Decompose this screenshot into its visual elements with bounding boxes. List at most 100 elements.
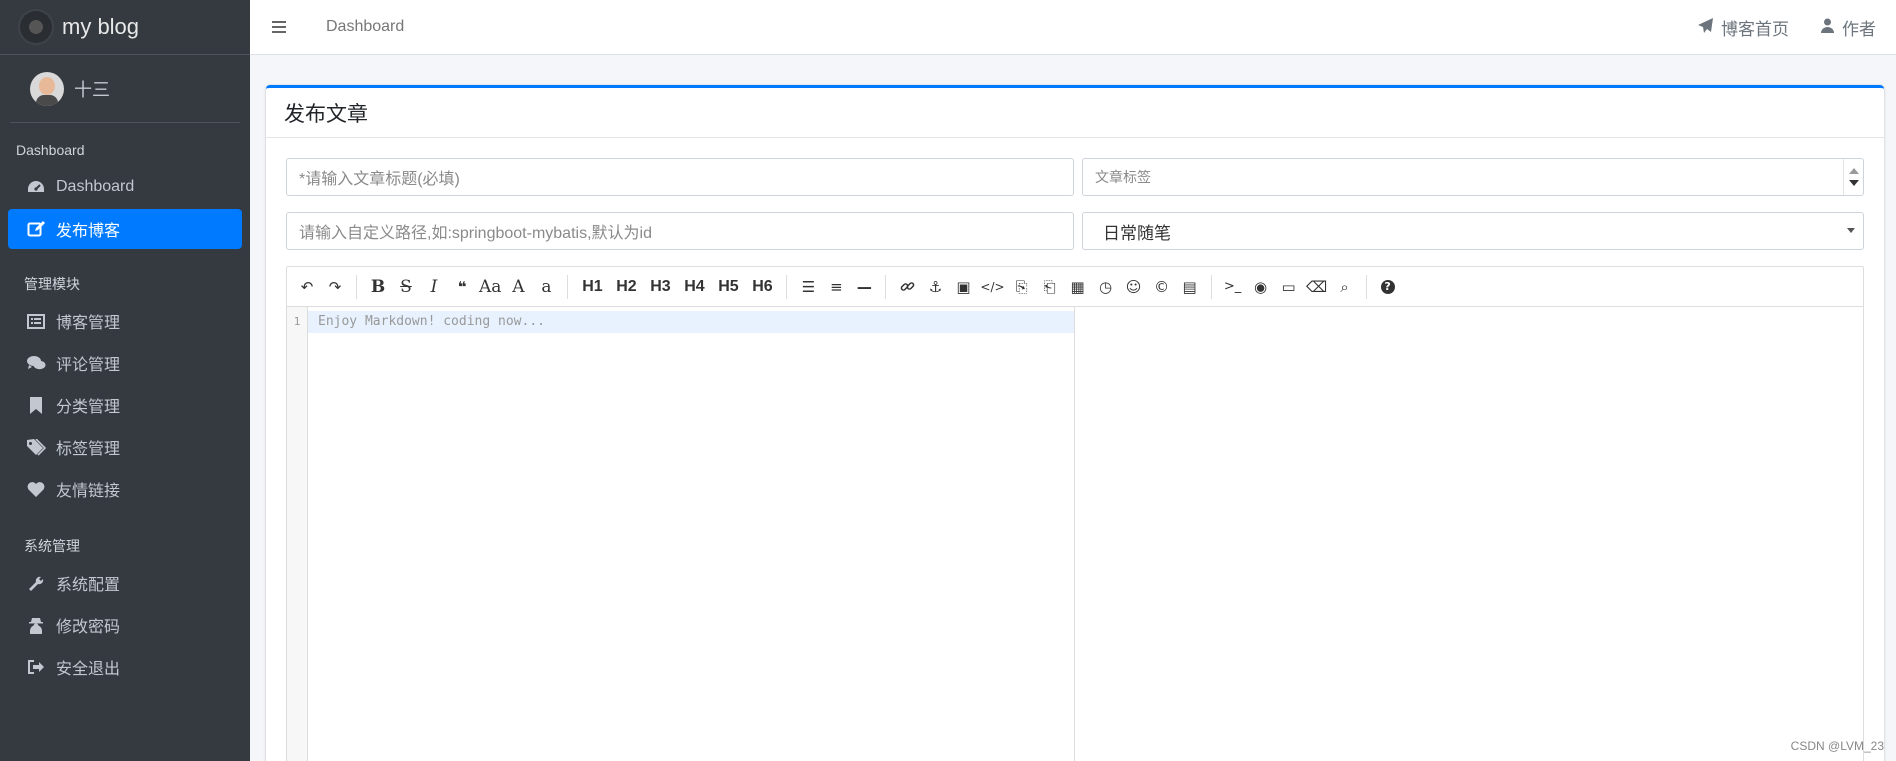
tags-spinner[interactable]: [1843, 159, 1863, 195]
line-number: 1: [293, 315, 301, 328]
sidebar-item-blog-manage[interactable]: 博客管理: [8, 301, 242, 341]
list-ul-icon[interactable]: ☰: [794, 272, 822, 302]
sidebar: my blog 十三 Dashboard Dashboard 发布博客 管理模块…: [0, 0, 250, 761]
h2-icon[interactable]: H2: [609, 272, 643, 302]
custom-path-placeholder: 请输入自定义路径,如:springboot-mybatis,默认为id: [299, 225, 652, 242]
h3-icon[interactable]: H3: [643, 272, 677, 302]
fullscreen-icon[interactable]: ▭: [1275, 272, 1303, 302]
form-row-path-category: 请输入自定义路径,如:springboot-mybatis,默认为id 日常随笔: [286, 212, 1864, 250]
markdown-preview-pane: [1075, 307, 1863, 761]
toolbar-divider: [1210, 274, 1212, 299]
clear-icon[interactable]: ⌫: [1303, 272, 1331, 302]
link-icon[interactable]: [893, 272, 921, 302]
anchor-icon[interactable]: ⚓: [921, 272, 949, 302]
sidebar-item-category-manage[interactable]: 分类管理: [8, 385, 242, 425]
h5-icon[interactable]: H5: [711, 272, 745, 302]
emoji-icon[interactable]: ☺: [1120, 272, 1148, 302]
watermark: CSDN @LVM_23: [1790, 739, 1884, 753]
sidebar-item-label: 安全退出: [56, 661, 121, 678]
breadcrumb[interactable]: Dashboard: [326, 18, 404, 36]
redo-icon[interactable]: ↷: [321, 272, 349, 302]
toolbar-divider: [786, 274, 788, 299]
editor-area: 1 Enjoy Markdown! coding now...: [287, 307, 1863, 761]
image-icon[interactable]: ▣: [949, 272, 977, 302]
blog-home-link[interactable]: 博客首页: [1698, 15, 1789, 40]
lowercase-icon[interactable]: a: [532, 272, 560, 302]
sidebar-item-comment-manage[interactable]: 评论管理: [8, 343, 242, 383]
article-tags-input[interactable]: 文章标签: [1082, 158, 1864, 196]
toolbar-divider: [1365, 274, 1367, 299]
wrench-icon: [26, 573, 46, 593]
user-secret-icon: [26, 615, 46, 635]
sign-out-icon: [26, 657, 46, 677]
card-body: *请输入文章标题(必填) 文章标签 请输入自定义路径,如:springboot-…: [266, 138, 1884, 761]
top-navbar: Dashboard 博客首页 作者: [250, 0, 1896, 55]
list-icon: [26, 311, 46, 331]
category-select[interactable]: 日常随笔: [1082, 212, 1864, 250]
uppercase-icon[interactable]: Aa: [476, 272, 504, 302]
sidebar-item-publish-blog[interactable]: 发布博客: [8, 209, 242, 249]
help-icon[interactable]: ?: [1374, 272, 1402, 302]
italic-icon[interactable]: I: [420, 272, 448, 302]
avatar: [30, 71, 64, 106]
user-icon: [1821, 18, 1834, 37]
html-entities-icon[interactable]: ©: [1148, 272, 1176, 302]
search-icon[interactable]: ⌕: [1331, 272, 1359, 302]
blog-home-label: 博客首页: [1721, 19, 1789, 39]
sidebar-item-tag-manage[interactable]: 标签管理: [8, 427, 242, 467]
article-title-input[interactable]: *请输入文章标题(必填): [286, 158, 1074, 196]
ucwords-icon[interactable]: A: [504, 272, 532, 302]
list-ol-icon[interactable]: ≡: [822, 272, 850, 302]
spin-down-icon[interactable]: [1848, 180, 1859, 186]
quote-icon[interactable]: ❝: [448, 272, 476, 302]
tags-icon: [26, 437, 46, 457]
article-title-placeholder: *请输入文章标题(必填): [299, 171, 460, 188]
edit-icon: [26, 219, 46, 239]
sidebar-item-label: 发布博客: [56, 223, 121, 240]
sidebar-item-label: 评论管理: [56, 357, 121, 374]
datetime-icon[interactable]: ◷: [1092, 272, 1120, 302]
sidebar-item-system-config[interactable]: 系统配置: [8, 563, 242, 603]
markdown-code-pane[interactable]: Enjoy Markdown! coding now...: [308, 307, 1075, 761]
menu-toggle-icon[interactable]: [272, 21, 286, 33]
pagebreak-icon[interactable]: ▤: [1176, 272, 1204, 302]
author-link[interactable]: 作者: [1821, 15, 1876, 40]
spin-up-icon[interactable]: [1848, 168, 1859, 174]
editor-toolbar: ↶ ↷ B S I ❝ Aa A a H1 H2 H3 H4 H5 H6 ☰ ≡: [287, 267, 1863, 307]
horizontal-rule-icon[interactable]: —: [850, 272, 878, 302]
line-number-gutter: 1: [287, 307, 308, 761]
editor-placeholder: Enjoy Markdown! coding now...: [308, 311, 1074, 333]
bookmark-icon: [26, 395, 46, 415]
sidebar-item-friend-links[interactable]: 友情链接: [8, 469, 242, 509]
user-panel[interactable]: 十三: [10, 55, 240, 123]
sidebar-item-change-password[interactable]: 修改密码: [8, 605, 242, 645]
custom-path-input[interactable]: 请输入自定义路径,如:springboot-mybatis,默认为id: [286, 212, 1074, 250]
sidebar-item-label: Dashboard: [56, 178, 135, 195]
code-block-icon[interactable]: ⎗: [1036, 272, 1064, 302]
nav-header-dashboard: Dashboard: [16, 142, 85, 158]
h6-icon[interactable]: H6: [745, 272, 779, 302]
watch-preview-icon[interactable]: ◉: [1247, 272, 1275, 302]
table-icon[interactable]: ▦: [1064, 272, 1092, 302]
sidebar-item-label: 标签管理: [56, 441, 121, 458]
bold-icon[interactable]: B: [364, 272, 392, 302]
undo-icon[interactable]: ↶: [293, 272, 321, 302]
sidebar-item-label: 系统配置: [56, 577, 121, 594]
card-header: 发布文章: [266, 88, 1884, 138]
goto-line-icon[interactable]: >_: [1219, 272, 1247, 302]
sidebar-item-dashboard[interactable]: Dashboard: [8, 167, 242, 207]
heart-icon: [26, 479, 46, 499]
sidebar-item-logout[interactable]: 安全退出: [8, 647, 242, 687]
preformatted-text-icon[interactable]: ⎘: [1008, 272, 1036, 302]
nav-header-system: 系统管理: [24, 538, 80, 554]
publish-article-card: 发布文章 *请输入文章标题(必填) 文章标签 请输入自定义路径,如:spring…: [266, 85, 1884, 761]
h1-icon[interactable]: H1: [575, 272, 609, 302]
strikethrough-icon[interactable]: S: [392, 272, 420, 302]
toolbar-divider: [567, 274, 569, 299]
category-selected-value: 日常随笔: [1103, 223, 1171, 243]
code-icon[interactable]: </>: [977, 272, 1007, 302]
h4-icon[interactable]: H4: [677, 272, 711, 302]
brand-link[interactable]: my blog: [0, 0, 250, 55]
sidebar-item-label: 博客管理: [56, 315, 121, 332]
author-label: 作者: [1842, 19, 1876, 39]
